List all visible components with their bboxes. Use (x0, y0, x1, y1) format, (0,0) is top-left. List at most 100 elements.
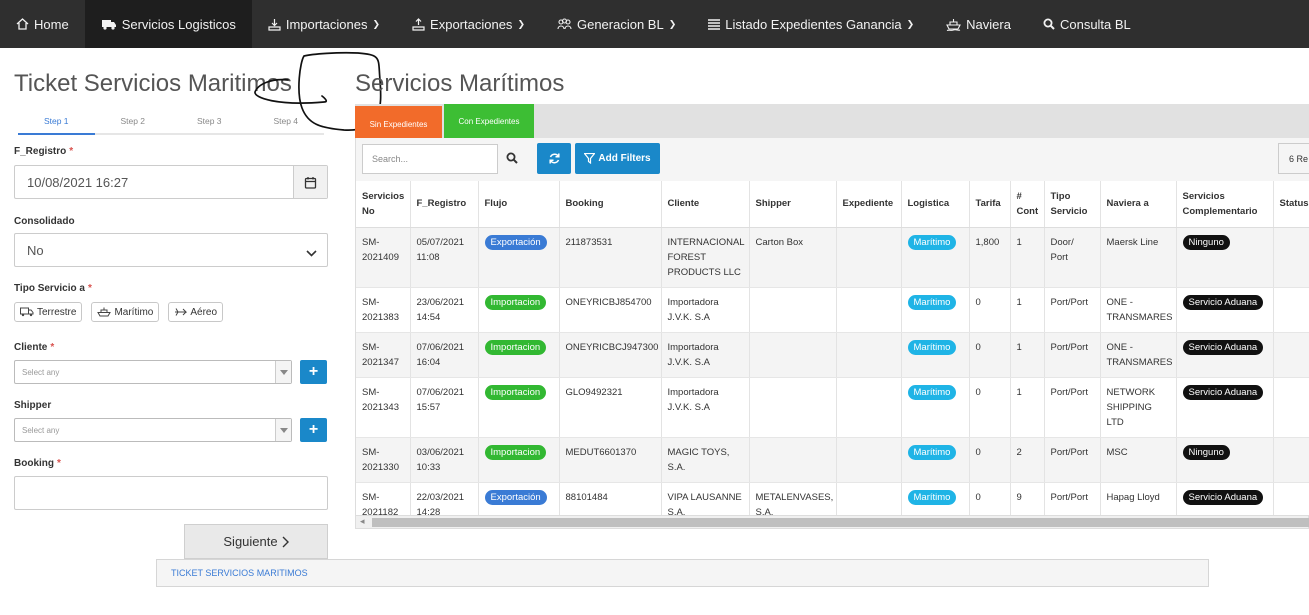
cell-shipper (749, 332, 837, 378)
cell-shipper (749, 287, 837, 333)
cell-servicios-no: SM-2021347 (356, 332, 411, 378)
tipo-aereo-button[interactable]: Aéreo (168, 302, 224, 322)
col-cliente[interactable]: Cliente (661, 181, 750, 228)
step-1[interactable]: Step 1 (18, 110, 95, 135)
cell-flujo: Importacion (478, 377, 560, 438)
shipper-select[interactable]: Select any (14, 418, 292, 442)
table-row[interactable]: SM-2021409 05/07/2021 11:08 Exportación 211… (356, 227, 1309, 288)
cell-booking: GLO9492321 (559, 377, 662, 438)
search-icon[interactable] (506, 151, 518, 169)
step-3[interactable]: Step 3 (171, 110, 248, 133)
cell-shipper (749, 437, 837, 483)
chevron-down-icon (306, 245, 317, 260)
ship-icon (946, 18, 962, 31)
cell-shipper: METALENVASES, S.A. (749, 482, 837, 515)
col-servicios-complementario[interactable]: Servicios Complementario (1176, 181, 1274, 228)
consolidado-value: No (27, 242, 44, 258)
cell-cont: 9 (1010, 482, 1045, 515)
tipo-maritimo-button[interactable]: Marítimo (91, 302, 160, 322)
col-tipo-servicio[interactable]: Tipo Servicio (1044, 181, 1101, 228)
breadcrumb-label: TICKET SERVICIOS MARITIMOS (171, 568, 308, 578)
cell-tipo-servicio: Port/Port (1044, 437, 1101, 483)
nav-servicios-logisticos[interactable]: Servicios Logisticos (84, 0, 252, 48)
scroll-left-icon[interactable]: ◂ (360, 516, 365, 527)
tab-sin-expedientes[interactable]: Sin Expedientes (355, 106, 442, 142)
nav-listado-expedientes[interactable]: Listado Expedientes Ganancia ❯ (692, 0, 930, 48)
list-icon (708, 18, 721, 30)
cell-flujo-badge: Exportación (484, 489, 547, 505)
cell-logistica-badge: Marítimo (907, 384, 957, 400)
cell-logistica: Marítimo (901, 377, 970, 438)
nav-exportaciones-label: Exportaciones (430, 16, 513, 32)
col-servicios-no[interactable]: Servicios No (356, 181, 411, 228)
col-booking[interactable]: Booking (559, 181, 662, 228)
shipper-placeholder: Select any (22, 425, 60, 435)
cell-flujo-badge: Importacion (484, 294, 547, 310)
refresh-button[interactable] (537, 143, 571, 174)
table-row[interactable]: SM-2021343 07/06/2021 15:57 Importacion GLO… (356, 377, 1309, 438)
chevron-down-icon: ❯ (668, 18, 677, 29)
table-row[interactable]: SM-2021330 03/06/2021 10:33 Importacion MED… (356, 437, 1309, 483)
table-row[interactable]: SM-2021383 23/06/2021 14:54 Importacion ONE… (356, 287, 1309, 333)
add-filters-button[interactable]: Add Filters (575, 143, 660, 174)
col-shipper[interactable]: Shipper (749, 181, 837, 228)
cell-tipo-servicio: Port/Port (1044, 482, 1101, 515)
step-2[interactable]: Step 2 (95, 110, 172, 133)
cell-tarifa: 0 (969, 377, 1011, 438)
horizontal-scrollbar[interactable]: ◂ (355, 515, 1309, 529)
booking-input[interactable] (14, 476, 328, 510)
shipper-label: Shipper (14, 400, 51, 411)
search-input[interactable]: Search... (362, 144, 498, 174)
cliente-select[interactable]: Select any (14, 360, 292, 384)
cell-booking: 211873531 (559, 227, 662, 288)
table-body: SM-2021409 05/07/2021 11:08 Exportación 211… (356, 227, 1309, 515)
col-expediente[interactable]: Expediente (836, 181, 902, 228)
booking-label: Booking * (14, 458, 61, 469)
tipo-servicio-label: Tipo Servicio a * (14, 283, 92, 294)
nav-generacion-bl[interactable]: Generacion BL ❯ (541, 0, 692, 48)
cell-servicios-no: SM-2021409 (356, 227, 411, 288)
cell-booking: ONEYRICBCJ947300 (559, 332, 662, 378)
calendar-icon (304, 176, 317, 189)
top-navbar: Home Servicios Logisticos Importaciones … (0, 0, 1309, 48)
table-row[interactable]: SM-2021182 22/03/2021 14:28 Exportación 881… (356, 482, 1309, 515)
filter-icon (584, 153, 596, 164)
records-label: 6 Re (1289, 153, 1309, 164)
cell-flujo: Exportación (478, 482, 560, 515)
calendar-button[interactable] (293, 166, 327, 198)
chevron-down-icon: ❯ (372, 18, 381, 29)
home-icon (16, 18, 29, 30)
col-status-expediente[interactable]: Status Exped (1273, 181, 1309, 228)
col-flujo[interactable]: Flujo (478, 181, 560, 228)
nav-naviera[interactable]: Naviera (930, 0, 1027, 48)
nav-consulta-bl[interactable]: Consulta BL (1027, 0, 1147, 48)
breadcrumb[interactable]: TICKET SERVICIOS MARITIMOS (156, 559, 1209, 587)
tab-con-expedientes[interactable]: Con Expedientes (444, 104, 534, 138)
col-naviera[interactable]: Naviera a (1100, 181, 1177, 228)
records-per-page-button[interactable]: 6 Re (1278, 143, 1309, 174)
col-f-registro[interactable]: F_Registro (410, 181, 479, 228)
cell-logistica: Marítimo (901, 287, 970, 333)
cell-status-expediente (1273, 332, 1309, 378)
siguiente-button[interactable]: Siguiente (184, 524, 328, 559)
col-logistica[interactable]: Logistica (901, 181, 970, 228)
consolidado-select[interactable]: No (14, 233, 328, 267)
tipo-terrestre-button[interactable]: Terrestre (14, 302, 83, 322)
add-cliente-button[interactable]: + (300, 360, 327, 384)
col-cont[interactable]: # Cont (1010, 181, 1045, 228)
plus-icon: + (308, 363, 319, 380)
col-tarifa[interactable]: Tarifa (969, 181, 1011, 228)
cell-shipper (749, 377, 837, 438)
f-registro-input[interactable]: 10/08/2021 16:27 (14, 165, 328, 199)
nav-home[interactable]: Home (0, 0, 85, 48)
add-shipper-button[interactable]: + (300, 418, 327, 442)
nav-consulta-bl-label: Consulta BL (1059, 16, 1131, 32)
nav-importaciones[interactable]: Importaciones ❯ (252, 0, 396, 48)
cell-logistica-badge: Marítimo (907, 294, 957, 310)
cell-logistica: Marítimo (901, 437, 970, 483)
nav-exportaciones[interactable]: Exportaciones ❯ (396, 0, 541, 48)
f-registro-value: 10/08/2021 16:27 (27, 174, 129, 190)
scrollbar-thumb[interactable] (372, 518, 1309, 527)
table-row[interactable]: SM-2021347 07/06/2021 16:04 Importacion ONE… (356, 332, 1309, 378)
cliente-label: Cliente * (14, 342, 54, 353)
